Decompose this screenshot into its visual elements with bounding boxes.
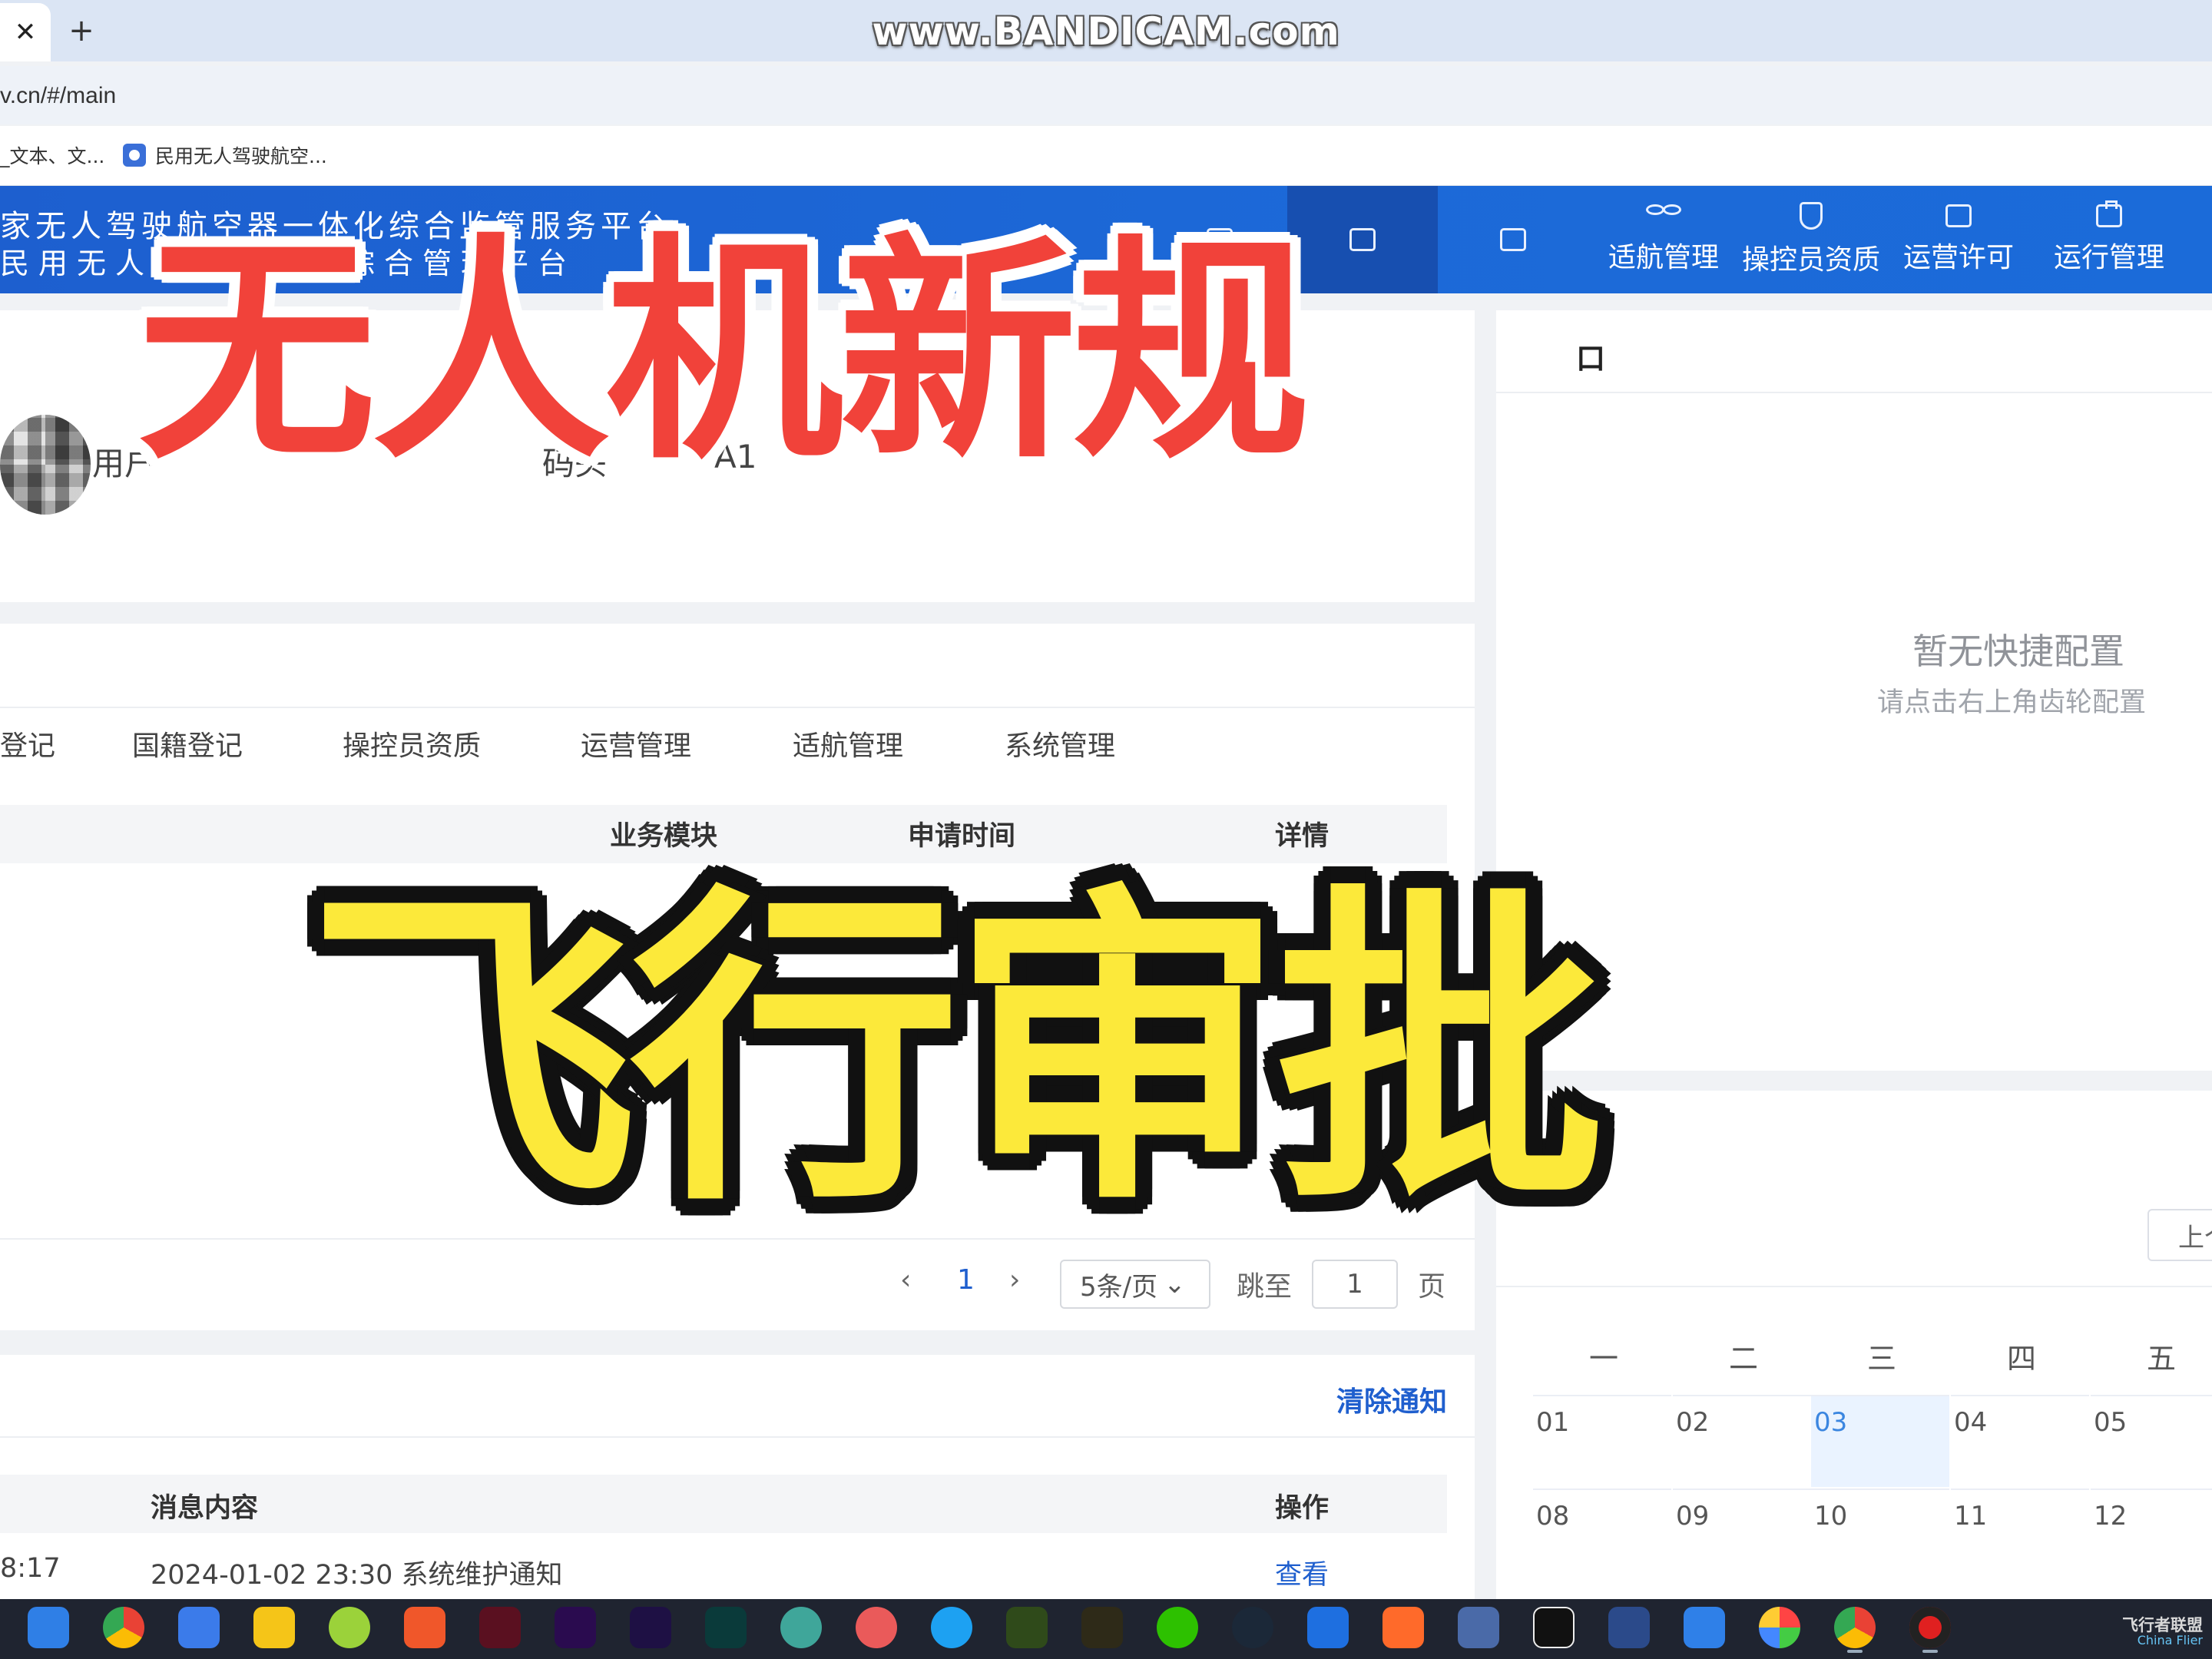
nav-label: 操控员资质 [1741,244,1880,276]
wechat-icon[interactable] [1157,1607,1198,1648]
divider [0,707,1475,708]
column-header-content: 消息内容 [151,1493,259,1524]
avatar [0,415,91,515]
bookmark-label: _文本、文... [0,145,105,167]
game-app-icon[interactable] [1458,1607,1499,1648]
calendar-day[interactable]: 08 [1533,1488,1671,1581]
bookmark-item[interactable]: _文本、文... [0,138,104,172]
notes-app-icon[interactable] [1382,1607,1424,1648]
bookmark-label: 民用无人驾驶航空... [155,145,327,167]
nav-item-operation-license[interactable]: 运营许可 [1883,186,2034,293]
calendar-day[interactable]: 04 [1951,1395,2089,1487]
tab-system-management[interactable]: 系统管理 [1005,722,1115,765]
tab-pilot-qualification[interactable]: 操控员资质 [343,722,481,765]
x-app-icon[interactable] [404,1607,445,1648]
calendar-day[interactable]: 12 [2091,1488,2212,1581]
url-text[interactable]: v.cn/#/main [0,77,116,115]
capcut-icon[interactable] [1533,1607,1575,1648]
headline-caption: 无人机新规 [138,214,1310,492]
view-notice-link[interactable]: 查看 [1275,1553,1329,1592]
video-player-icon[interactable] [253,1607,295,1648]
tab-operation-management[interactable]: 运营管理 [581,722,691,765]
clipboard-icon [2096,200,2122,227]
bookmark-app-icon[interactable] [1307,1607,1349,1648]
audition-icon[interactable] [705,1607,747,1648]
empty-state-hint: 请点击右上角齿轮配置 [1877,687,2147,718]
clear-notice-button[interactable]: 清除通知 [1336,1379,1447,1419]
davinci-icon[interactable] [1608,1607,1650,1648]
bookmark-item[interactable]: 民用无人驾驶航空... [123,138,327,172]
site-logo-icon [123,144,146,167]
app-icon[interactable] [479,1607,521,1648]
weekday-label: 三 [1866,1342,1896,1376]
tab-nationality-registration[interactable]: 国籍登记 [132,722,243,765]
music-app-icon[interactable] [856,1607,897,1648]
brand-logo: 飞行者联盟 China Flier [2065,1611,2203,1654]
media-app-icon[interactable] [329,1607,370,1648]
calendar-day[interactable]: 02 [1673,1395,1811,1487]
subheadline-caption: 飞行审批 [307,860,1605,1244]
steam-icon[interactable] [1232,1607,1273,1648]
divider [0,1436,1475,1438]
chat-app-icon[interactable] [780,1607,822,1648]
brand-english: China Flier [2137,1633,2203,1647]
notice-time: 8:17 [0,1553,61,1584]
after-effects-icon[interactable] [630,1607,671,1648]
weekday-label: 五 [2146,1342,2176,1376]
weekday-label: 四 [2006,1342,2036,1376]
search-icon[interactable] [28,1607,69,1648]
bookmarks-bar [0,126,2212,186]
nav-item-operation-management[interactable]: 运行管理 [2034,186,2184,293]
calendar-day[interactable]: 10 [1811,1488,1949,1581]
calendar-day[interactable]: 05 [2091,1395,2212,1487]
address-bar[interactable] [0,66,2212,124]
calendar-day[interactable]: 09 [1673,1488,1811,1581]
nav-label: 运行管理 [2053,242,2164,273]
chrome-profile-icon[interactable] [1834,1607,1876,1653]
premiere-icon[interactable] [555,1607,596,1648]
screenshot-app-icon[interactable] [178,1607,220,1648]
drone-icon [1646,204,1681,227]
notice-content: 2024-01-02 23:30 系统维护通知 [151,1560,563,1591]
game-launcher-icon[interactable] [1081,1607,1123,1648]
mail-app-icon[interactable] [1684,1607,1725,1648]
weekday-label: 二 [1728,1342,1758,1376]
id-card-icon [1945,204,1972,227]
nav-label: 运营许可 [1902,242,2014,273]
new-tab-button[interactable]: + [65,11,98,51]
bird-app-icon[interactable] [931,1607,972,1648]
tab-close-button[interactable]: ✕ [0,3,51,61]
shield-icon [1800,202,1823,230]
nav-item-pilot-qualification[interactable]: 操控员资质 [1736,186,1886,293]
column-header-action: 操作 [1275,1493,1330,1524]
nvidia-icon[interactable] [1006,1607,1048,1648]
tab-registration[interactable]: 登记 [0,722,55,765]
record-icon[interactable] [1909,1607,1951,1653]
empty-state-title: 暂无快捷配置 [1912,631,2124,672]
recorder-watermark: www.BANDICAM.com [872,9,1340,54]
chrome-icon[interactable] [103,1607,144,1648]
calendar-day[interactable]: 01 [1533,1395,1671,1487]
calendar-day[interactable]: 11 [1951,1488,2089,1581]
tab-airworthiness[interactable]: 适航管理 [793,722,903,765]
calendar-day-today[interactable]: 03 [1811,1395,1949,1487]
calendar-prev-button[interactable]: 上个 [2147,1209,2212,1261]
photos-icon[interactable] [1759,1607,1800,1648]
weekday-label: 一 [1588,1342,1618,1376]
